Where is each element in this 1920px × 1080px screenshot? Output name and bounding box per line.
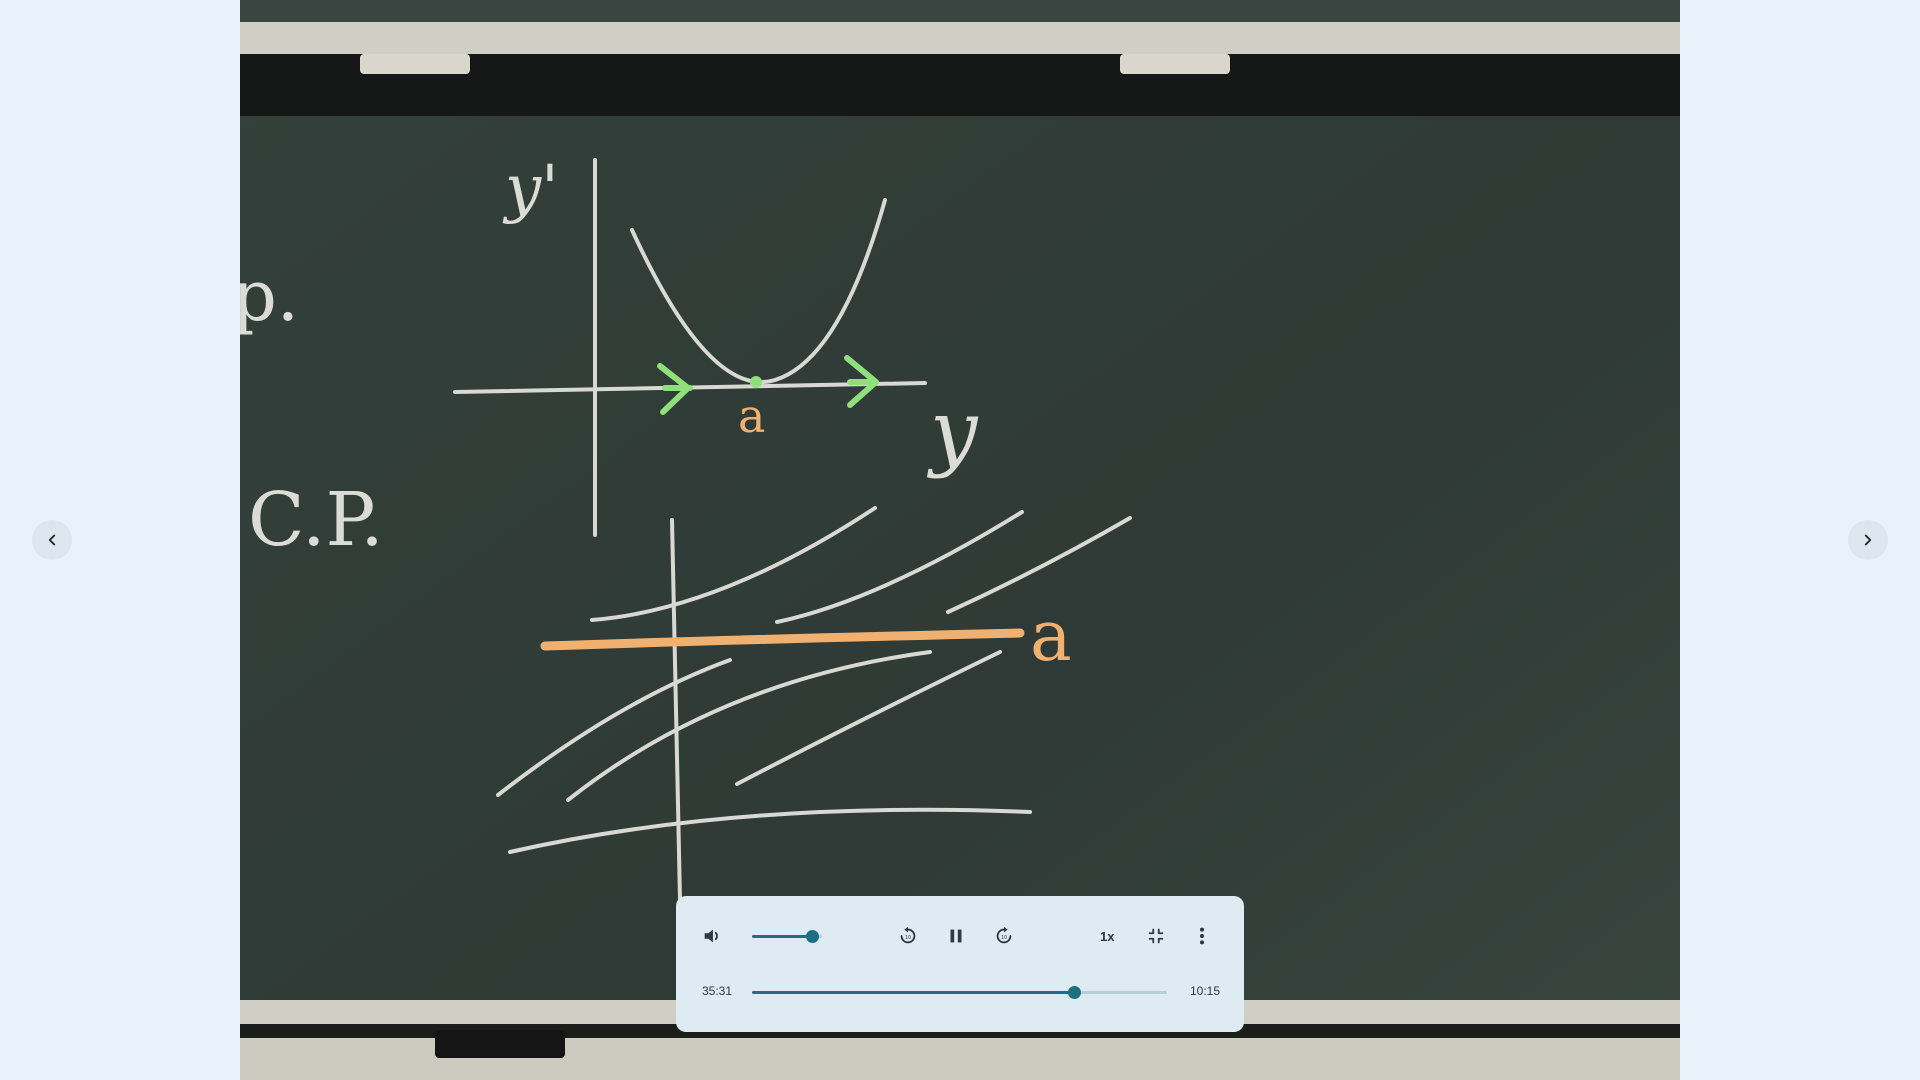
volume-slider-fill — [752, 935, 812, 938]
current-time: 35:31 — [702, 984, 733, 998]
progress-slider-thumb[interactable] — [1067, 986, 1081, 999]
speed-button[interactable]: 1x — [1100, 929, 1114, 944]
rewind-10-icon: 10 — [900, 926, 916, 944]
pause-button[interactable] — [940, 920, 972, 952]
prev-button[interactable] — [32, 520, 72, 560]
label-p: p. — [240, 255, 299, 337]
volume-button[interactable] — [696, 920, 728, 952]
exit-fullscreen-icon — [1148, 928, 1164, 944]
progress-slider-fill — [752, 991, 1074, 994]
more-options-button[interactable] — [1186, 920, 1218, 952]
forward-10-icon: 10 — [996, 926, 1012, 944]
next-button[interactable] — [1848, 520, 1888, 560]
label-y-prime: y' — [502, 152, 559, 226]
chevron-left-icon — [48, 534, 56, 546]
rewind-button[interactable]: 10 — [892, 920, 924, 952]
exit-fullscreen-button[interactable] — [1140, 920, 1172, 952]
label-a-top: a — [738, 389, 765, 443]
volume-slider-thumb[interactable] — [805, 930, 819, 943]
label-cp: C.P. — [248, 477, 384, 563]
player-controls: 10 10 1x 35:31 10:15 — [676, 896, 1244, 1032]
svg-text:10: 10 — [905, 935, 911, 941]
chevron-right-icon — [1864, 534, 1872, 546]
label-a-bottom: a — [1030, 595, 1072, 677]
duration-time: 10:15 — [1190, 984, 1221, 998]
progress-slider[interactable] — [752, 986, 1167, 999]
volume-icon — [704, 929, 718, 943]
pause-icon — [950, 929, 962, 943]
label-y: y — [926, 382, 979, 480]
svg-text:10: 10 — [1001, 935, 1007, 941]
forward-button[interactable]: 10 — [988, 920, 1020, 952]
volume-slider[interactable] — [752, 930, 822, 943]
more-vert-icon — [1199, 927, 1205, 945]
